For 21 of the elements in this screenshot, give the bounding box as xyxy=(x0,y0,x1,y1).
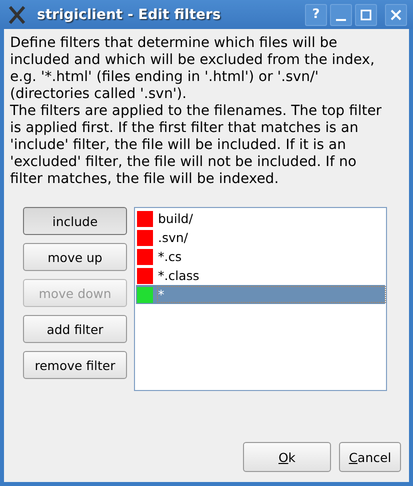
cancel-button[interactable]: Cancel xyxy=(339,442,401,472)
close-icon xyxy=(390,8,402,20)
maximize-icon xyxy=(360,8,372,20)
filter-item[interactable]: *.cs xyxy=(158,249,385,264)
filter-item[interactable]: .svn/ xyxy=(158,230,385,245)
minimize-button[interactable] xyxy=(330,4,352,26)
filter-item[interactable]: *.class xyxy=(158,268,385,283)
filter-item[interactable]: build/ xyxy=(158,211,385,226)
window-title: strigiclient - Edit filters xyxy=(37,6,222,22)
close-button[interactable] xyxy=(385,4,407,26)
minimize-icon xyxy=(336,18,346,20)
description-text: Define filters that determine which files will be included and which will be excluded from the index, e.g. '*.html' (files ending in '.html') or '.svn/' (directories called '.svn'). xyxy=(10,35,376,103)
ok-button[interactable]: Ok xyxy=(243,442,331,472)
cross-icon xyxy=(8,6,26,24)
remove-filter-button[interactable]: remove filter xyxy=(23,351,127,379)
add-filter-button[interactable]: add filter xyxy=(23,315,127,343)
filter-list[interactable]: build/ .svn/ *.cs *.class * xyxy=(134,207,387,391)
include-button[interactable]: include xyxy=(23,207,127,235)
maximize-button[interactable] xyxy=(355,4,377,26)
move-up-button[interactable]: move up xyxy=(23,243,127,271)
description-text: The filters are applied to the filenames. The top filter is applied first. If the first filter that matches is an 'include' filter, the file will be included. If it is an 'excluded' filter, the file will not be included. If no filter matches, the file will be indexed. xyxy=(10,103,382,188)
